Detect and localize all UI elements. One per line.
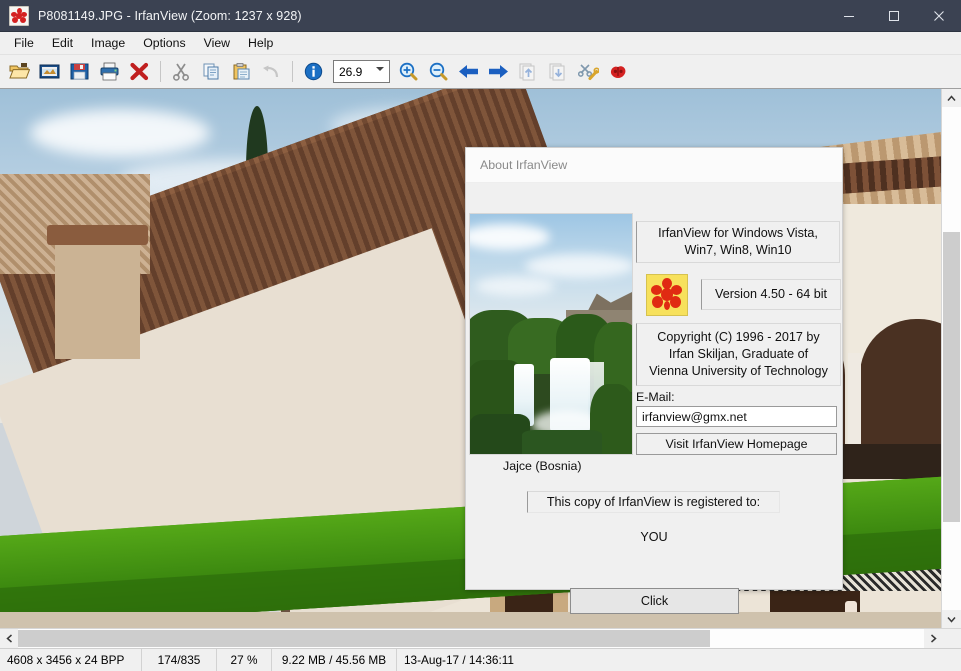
about-version-text: Version 4.50 - 64 bit <box>715 286 827 303</box>
first-image-icon[interactable] <box>514 57 543 86</box>
title-bar: P8081149.JPG - IrfanView (Zoom: 1237 x 9… <box>0 0 961 32</box>
zoom-combobox[interactable]: 26.9 <box>333 60 390 83</box>
minimize-button[interactable] <box>826 0 871 31</box>
scrollbar-corner <box>942 629 961 648</box>
copy-icon[interactable] <box>197 57 226 86</box>
vertical-scrollbar[interactable] <box>941 89 961 628</box>
irfanview-flower-logo-icon <box>646 274 688 316</box>
next-icon[interactable] <box>484 57 513 86</box>
about-dialog-titlebar[interactable]: About IrfanView <box>466 148 842 183</box>
toolbar-separator <box>292 61 293 82</box>
photo-tower-left <box>55 239 140 359</box>
open-folder-icon[interactable] <box>5 57 34 86</box>
thumbnails-icon[interactable] <box>35 57 64 86</box>
about-registered-name: YOU <box>466 530 842 544</box>
effects-icon[interactable] <box>604 57 633 86</box>
previous-icon[interactable] <box>454 57 483 86</box>
status-index: 174/835 <box>142 649 217 671</box>
about-dialog-title: About IrfanView <box>480 158 567 172</box>
irfanview-window: P8081149.JPG - IrfanView (Zoom: 1237 x 9… <box>0 0 961 671</box>
chevron-down-icon[interactable] <box>376 67 384 71</box>
scroll-right-button[interactable] <box>924 629 942 648</box>
about-email-input[interactable]: irfanview@gmx.net <box>636 406 837 427</box>
menu-item-options[interactable]: Options <box>134 33 194 53</box>
about-copyright-line-3: Vienna University of Technology <box>649 363 828 380</box>
vertical-scroll-track[interactable] <box>942 107 961 610</box>
status-dimensions: 4608 x 3456 x 24 BPP <box>0 649 142 671</box>
menu-item-view[interactable]: View <box>195 33 239 53</box>
delete-icon[interactable] <box>125 57 154 86</box>
status-datetime: 13-Aug-17 / 14:36:11 <box>397 649 961 671</box>
menu-item-file[interactable]: File <box>5 33 43 53</box>
undo-icon[interactable] <box>257 57 286 86</box>
vertical-scroll-thumb[interactable] <box>943 232 960 522</box>
zoom-out-icon[interactable] <box>424 57 453 86</box>
about-product-box: IrfanView for Windows Vista, Win7, Win8,… <box>636 221 840 263</box>
horizontal-scrollbar[interactable] <box>0 628 961 648</box>
horizontal-scroll-thumb[interactable] <box>18 630 710 647</box>
horizontal-scroll-track[interactable] <box>18 629 924 648</box>
status-zoom-percent: 27 % <box>217 649 272 671</box>
about-dialog[interactable]: About IrfanView <box>465 147 843 590</box>
cut-icon[interactable] <box>167 57 196 86</box>
toolbar-separator <box>160 61 161 82</box>
about-dialog-body: Jajce (Bosnia) IrfanView for Windows Vis… <box>466 183 842 589</box>
about-copyright-line-1: Copyright (C) 1996 - 2017 by <box>657 329 819 346</box>
menu-item-image[interactable]: Image <box>82 33 134 53</box>
scroll-down-button[interactable] <box>942 610 961 628</box>
irfanview-flower-icon <box>9 6 29 26</box>
close-button[interactable] <box>916 0 961 31</box>
photo-pavement <box>0 612 941 628</box>
menu-item-help[interactable]: Help <box>239 33 282 53</box>
about-product-line-1: IrfanView for Windows Vista, <box>658 226 818 240</box>
about-registered-label: This copy of IrfanView is registered to: <box>527 491 780 513</box>
last-image-icon[interactable] <box>544 57 573 86</box>
print-icon[interactable] <box>95 57 124 86</box>
paste-icon[interactable] <box>227 57 256 86</box>
settings-icon[interactable] <box>574 57 603 86</box>
scroll-up-button[interactable] <box>942 89 961 107</box>
zoom-in-icon[interactable] <box>394 57 423 86</box>
about-version-box: Version 4.50 - 64 bit <box>701 279 841 310</box>
zoom-value: 26.9 <box>334 65 362 79</box>
about-thumbnail-caption: Jajce (Bosnia) <box>503 459 582 473</box>
about-product-line-2: Win7, Win8, Win10 <box>684 243 791 257</box>
maximize-button[interactable] <box>871 0 916 31</box>
menu-item-edit[interactable]: Edit <box>43 33 82 53</box>
click-button[interactable]: Click <box>570 588 739 614</box>
about-email-label: E-Mail: <box>636 390 675 404</box>
status-bar: 4608 x 3456 x 24 BPP 174/835 27 % 9.22 M… <box>0 648 961 671</box>
about-copyright-line-2: Irfan Skiljan, Graduate of <box>669 346 808 363</box>
window-title: P8081149.JPG - IrfanView (Zoom: 1237 x 9… <box>38 9 302 23</box>
scroll-left-button[interactable] <box>0 629 18 648</box>
visit-homepage-button[interactable]: Visit IrfanView Homepage <box>636 433 837 455</box>
info-icon[interactable] <box>299 57 328 86</box>
status-filesize: 9.22 MB / 45.56 MB <box>272 649 397 671</box>
about-thumbnail-image <box>469 213 633 455</box>
about-copyright-box: Copyright (C) 1996 - 2017 by Irfan Skilj… <box>636 323 841 386</box>
save-icon[interactable] <box>65 57 94 86</box>
menu-bar: File Edit Image Options View Help <box>0 32 961 55</box>
toolbar: 26.9 <box>0 55 961 89</box>
